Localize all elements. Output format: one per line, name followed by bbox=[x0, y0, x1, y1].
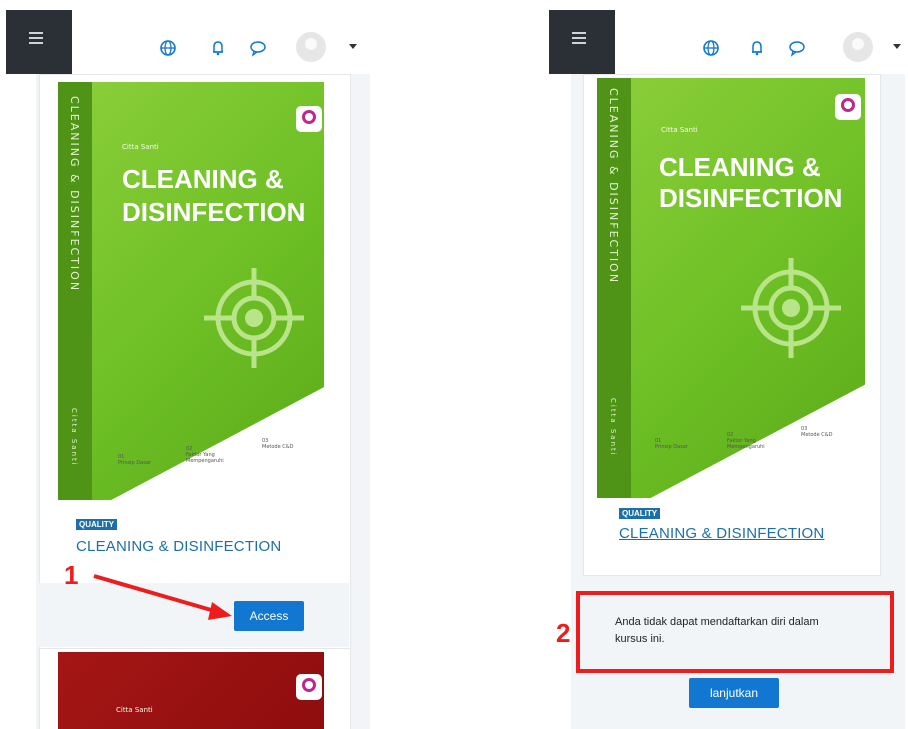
next-cover-author: Citta Santi bbox=[116, 706, 153, 714]
caret-down-icon[interactable] bbox=[893, 44, 901, 49]
caret-down-icon[interactable] bbox=[349, 44, 357, 49]
annotation-step-2: 2 bbox=[556, 618, 571, 648]
menu-button[interactable] bbox=[549, 10, 615, 74]
bell-icon[interactable] bbox=[208, 38, 228, 58]
avatar[interactable] bbox=[843, 32, 873, 62]
chat-icon[interactable] bbox=[248, 38, 268, 58]
target-icon bbox=[202, 266, 306, 370]
spine-author: Citta Santi bbox=[70, 408, 78, 467]
access-button[interactable]: Access bbox=[234, 601, 304, 631]
cover-info-1: 01 Prinsip Dasar bbox=[655, 438, 688, 450]
q-logo-icon bbox=[296, 106, 322, 132]
navbar bbox=[615, 10, 905, 74]
menu-icon bbox=[572, 32, 586, 47]
spine-author: Citta Santi bbox=[609, 398, 617, 457]
annotation-step-1: 1 bbox=[64, 560, 79, 590]
course-title-link[interactable]: CLEANING & DISINFECTION bbox=[76, 538, 281, 555]
annotation-arrow-1 bbox=[93, 574, 232, 620]
cover-author: Citta Santi bbox=[661, 126, 698, 134]
q-logo-icon bbox=[835, 94, 861, 120]
bell-icon[interactable] bbox=[747, 38, 767, 58]
menu-icon bbox=[29, 32, 43, 47]
cover-title-line1: CLEANING & bbox=[122, 164, 284, 194]
cover-title-line2: DISINFECTION bbox=[659, 183, 843, 213]
cover-info-3: 03 Metode C&D bbox=[262, 438, 294, 450]
cover-info-2: 02 Faktor Yang Mempengaruhi bbox=[186, 446, 224, 464]
cover-author: Citta Santi bbox=[122, 143, 159, 151]
category-badge: QUALITY bbox=[619, 508, 661, 519]
cover-title-line1: CLEANING & bbox=[659, 152, 821, 182]
chat-icon[interactable] bbox=[787, 38, 807, 58]
spine-title: CLEANING & DISINFECTION bbox=[607, 88, 620, 285]
cover-info-3: 03 Metode C&D bbox=[801, 426, 833, 438]
next-course-cover-image[interactable] bbox=[58, 652, 324, 729]
navbar bbox=[72, 10, 370, 74]
globe-icon[interactable] bbox=[701, 38, 721, 58]
target-icon bbox=[739, 256, 843, 360]
menu-button[interactable] bbox=[6, 10, 72, 74]
globe-icon[interactable] bbox=[158, 38, 178, 58]
cover-info-2: 02 Faktor Yang Mempengaruhi bbox=[727, 432, 765, 450]
course-title-link[interactable]: CLEANING & DISINFECTION bbox=[619, 525, 824, 542]
spine-title: CLEANING & DISINFECTION bbox=[68, 96, 81, 293]
annotation-box-2 bbox=[576, 591, 894, 673]
cover-info-1: 01 Prinsip Dasar bbox=[118, 454, 151, 466]
cover-title-line2: DISINFECTION bbox=[122, 197, 306, 227]
continue-button[interactable]: lanjutkan bbox=[689, 678, 779, 708]
category-badge: QUALITY bbox=[76, 519, 118, 530]
q-logo-icon bbox=[296, 674, 322, 700]
avatar[interactable] bbox=[296, 32, 326, 62]
